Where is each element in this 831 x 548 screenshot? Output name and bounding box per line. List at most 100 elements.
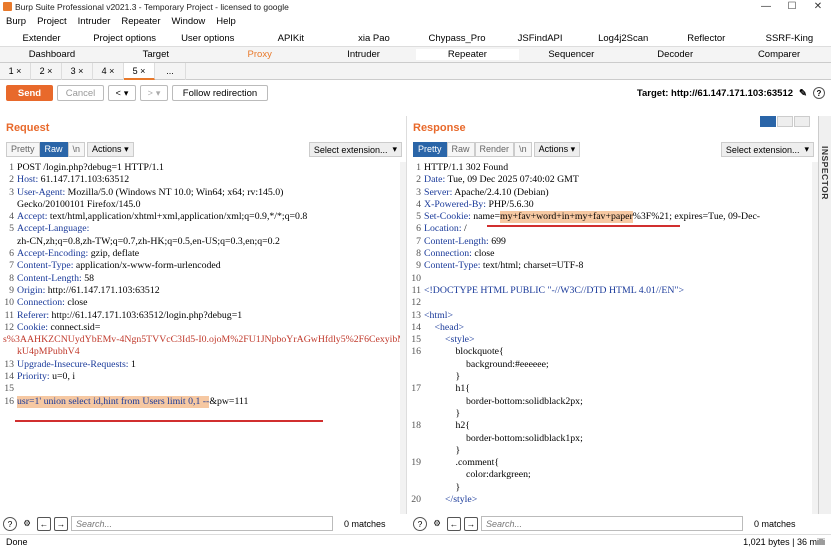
line-number: 8 bbox=[416, 248, 421, 260]
header-value: POST /login.php?debug=1 HTTP/1.1 bbox=[17, 162, 164, 173]
inspector-sidebar[interactable]: INSPECTOR bbox=[818, 116, 831, 514]
split-vertical-icon[interactable] bbox=[777, 116, 793, 127]
annotation-underline bbox=[487, 225, 680, 227]
response-search-input[interactable]: Search... bbox=[481, 516, 743, 531]
line-content: border-bottom:solidblack2px; bbox=[466, 395, 583, 407]
burp-logo-icon bbox=[3, 2, 12, 11]
next-match-icon[interactable]: → bbox=[54, 516, 68, 531]
line-number: 4 bbox=[416, 198, 421, 210]
next-match-icon[interactable]: → bbox=[464, 516, 478, 531]
select-extension-label: Select extension... bbox=[313, 144, 388, 155]
menu-project[interactable]: Project bbox=[37, 16, 67, 27]
tab-project-options[interactable]: Project options bbox=[83, 33, 166, 44]
request-newline-toggle[interactable]: \n bbox=[67, 141, 86, 157]
tab-extender[interactable]: Extender bbox=[0, 33, 83, 44]
single-pane-icon[interactable] bbox=[794, 116, 810, 127]
tab-xia-pao[interactable]: xia Pao bbox=[332, 33, 415, 44]
tab-reflector[interactable]: Reflector bbox=[665, 33, 748, 44]
request-editor[interactable]: 1 POST /login.php?debug=1 HTTP/1.1 2 Host: … bbox=[0, 162, 406, 514]
code-line: 12 bbox=[407, 297, 818, 309]
forward-button[interactable]: > ▾ bbox=[140, 85, 168, 101]
tab-log4j2scan[interactable]: Log4j2Scan bbox=[582, 33, 665, 44]
repeater-tab-3[interactable]: 3 × bbox=[62, 62, 93, 80]
cancel-button[interactable]: Cancel bbox=[57, 85, 104, 101]
tab-target[interactable]: Target bbox=[104, 49, 208, 60]
response-select-extension[interactable]: Select extension... ▾ bbox=[720, 142, 814, 157]
code-line: 9 Content-Type: text/html; charset=UTF-8 bbox=[407, 260, 818, 272]
tab-repeater[interactable]: Repeater bbox=[415, 49, 520, 60]
repeater-tab-2[interactable]: 2 × bbox=[31, 62, 62, 80]
edit-target-icon[interactable]: ✎ bbox=[799, 88, 807, 99]
request-select-extension[interactable]: Select extension... ▾ bbox=[308, 142, 402, 157]
tab-ssrf-king[interactable]: SSRF-King bbox=[748, 33, 831, 44]
tab-decoder[interactable]: Decoder bbox=[623, 49, 727, 60]
code-line: 7 Content-Type: application/x-www-form-ur… bbox=[0, 260, 406, 272]
menu-help[interactable]: Help bbox=[216, 16, 236, 27]
line-content: <style> bbox=[445, 334, 475, 346]
line-content: </style> bbox=[445, 494, 478, 506]
line-content: } bbox=[455, 407, 461, 419]
response-match-count: 0 matches bbox=[754, 518, 796, 529]
help-icon[interactable]: ? bbox=[3, 516, 17, 531]
menu-window[interactable]: Window bbox=[172, 16, 206, 27]
response-raw-tab[interactable]: Raw bbox=[446, 141, 475, 157]
repeater-tab-4[interactable]: 4 × bbox=[93, 62, 124, 80]
split-horizontal-icon[interactable] bbox=[760, 116, 776, 127]
tab-chypass-pro[interactable]: Chypass_Pro bbox=[415, 33, 498, 44]
send-button[interactable]: Send bbox=[6, 85, 53, 101]
code-line: 15 bbox=[0, 383, 406, 395]
repeater-tab-1[interactable]: 1 × bbox=[0, 62, 31, 80]
previous-match-icon[interactable]: ← bbox=[37, 516, 51, 531]
tab-comparer[interactable]: Comparer bbox=[727, 49, 831, 60]
tab-proxy[interactable]: Proxy bbox=[208, 49, 312, 60]
code-line: } bbox=[407, 482, 818, 494]
gear-icon[interactable]: ⚙ bbox=[20, 517, 34, 531]
line-number: 4 bbox=[9, 211, 14, 223]
header-name: Priority: bbox=[17, 371, 50, 383]
help-icon[interactable]: ? bbox=[413, 516, 427, 531]
code-line: 18 h2{ bbox=[407, 420, 818, 432]
tab-dashboard[interactable]: Dashboard bbox=[0, 49, 104, 60]
follow-redirection-button[interactable]: Follow redirection bbox=[172, 85, 268, 101]
request-scrollbar[interactable] bbox=[400, 162, 406, 514]
header-value: http://61.147.171.103:63512 bbox=[45, 284, 160, 296]
tab-intruder[interactable]: Intruder bbox=[312, 49, 416, 60]
response-newline-toggle[interactable]: \n bbox=[514, 141, 532, 157]
request-search-input[interactable]: Search... bbox=[71, 516, 333, 531]
request-pretty-tab[interactable]: Pretty bbox=[6, 141, 40, 157]
help-icon[interactable]: ? bbox=[813, 87, 825, 99]
line-number: 3 bbox=[416, 186, 421, 198]
response-editor[interactable]: 1 HTTP/1.1 302 Found 2 Date: Tue, 09 Dec 20… bbox=[407, 162, 818, 514]
status-text: Done bbox=[6, 536, 28, 547]
header-value: s%3AAHKZCNUydYbEMv-4Ngn5TVVcC3Id5-I0.ojo… bbox=[3, 334, 406, 346]
code-line: 7 Content-Length: 699 bbox=[407, 236, 818, 248]
repeater-tab-more[interactable]: ... bbox=[155, 62, 186, 80]
menu-repeater[interactable]: Repeater bbox=[121, 16, 160, 27]
close-icon[interactable]: ✕ bbox=[805, 1, 831, 12]
tab-apikit[interactable]: APIKit bbox=[249, 33, 332, 44]
code-line: Gecko/20100101 Firefox/145.0 bbox=[0, 199, 406, 211]
code-line: 17 h1{ bbox=[407, 383, 818, 395]
line-number: 2 bbox=[9, 174, 14, 186]
code-line: border-bottom:solidblack1px; bbox=[407, 433, 818, 445]
previous-match-icon[interactable]: ← bbox=[447, 516, 461, 531]
response-render-tab[interactable]: Render bbox=[474, 141, 515, 157]
code-line: 2 Date: Tue, 09 Dec 2025 07:40:02 GMT bbox=[407, 174, 818, 186]
request-raw-tab[interactable]: Raw bbox=[39, 141, 68, 157]
maximize-icon[interactable]: ☐ bbox=[779, 1, 805, 12]
repeater-tab-5[interactable]: 5 × bbox=[124, 62, 155, 80]
request-actions-menu[interactable]: Actions ▾ bbox=[87, 141, 134, 157]
response-actions-menu[interactable]: Actions ▾ bbox=[533, 141, 581, 157]
tab-sequencer[interactable]: Sequencer bbox=[519, 49, 623, 60]
code-line: background:#eeeeee; bbox=[407, 359, 818, 371]
menu-burp[interactable]: Burp bbox=[6, 16, 26, 27]
gear-icon[interactable]: ⚙ bbox=[430, 517, 444, 531]
tab-jsfindapi[interactable]: JSFindAPI bbox=[499, 33, 582, 44]
code-line: 14 <head> bbox=[407, 322, 818, 334]
code-line: 11 <!DOCTYPE HTML PUBLIC "-//W3C//DTD HTM… bbox=[407, 285, 818, 297]
menu-intruder[interactable]: Intruder bbox=[78, 16, 111, 27]
back-button[interactable]: < ▾ bbox=[108, 85, 136, 101]
minimize-icon[interactable]: — bbox=[753, 1, 779, 12]
tab-user-options[interactable]: User options bbox=[166, 33, 249, 44]
response-pretty-tab[interactable]: Pretty bbox=[413, 141, 447, 157]
